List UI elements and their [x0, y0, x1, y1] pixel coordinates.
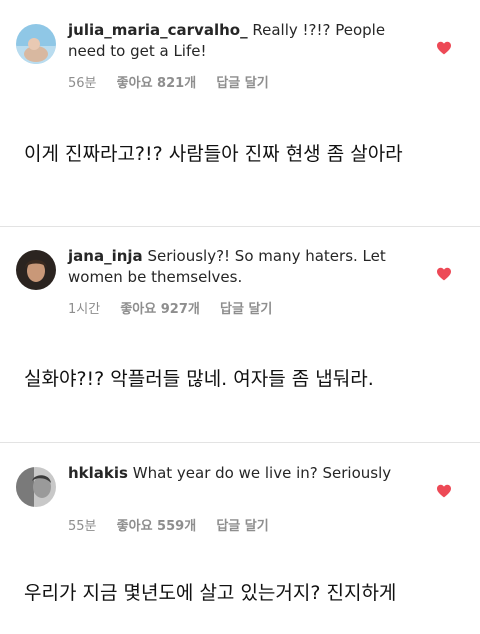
- avatar[interactable]: [16, 250, 56, 290]
- translation-text: 이게 진짜라고?!? 사람들아 진짜 현생 좀 살아라: [24, 143, 403, 165]
- comment-meta: 55분 좋아요 559개 답글 달기: [68, 515, 285, 534]
- reply-button[interactable]: 답글 달기: [216, 519, 268, 534]
- translation-text: 실화야?!? 악플러들 많네. 여자들 좀 냅둬라.: [24, 368, 374, 390]
- comment-text: What year do we live in? Seriously: [132, 464, 392, 482]
- comment-block-3: hklakis What year do we live in? Serious…: [0, 443, 480, 604]
- timestamp: 1시간: [68, 302, 101, 317]
- heart-icon[interactable]: [436, 266, 452, 282]
- timestamp: 56분: [68, 76, 97, 91]
- reply-button[interactable]: 답글 달기: [220, 302, 272, 317]
- likes-count[interactable]: 좋아요 821개: [117, 76, 197, 91]
- username[interactable]: jana_inja: [68, 247, 143, 265]
- comment-text-body: julia_maria_carvalho_ Really !?!? People…: [68, 20, 418, 62]
- timestamp: 55분: [68, 519, 97, 534]
- comment-text-body: jana_inja Seriously?! So many haters. Le…: [68, 246, 418, 288]
- likes-count[interactable]: 좋아요 559개: [117, 519, 197, 534]
- username[interactable]: hklakis: [68, 464, 128, 482]
- likes-count[interactable]: 좋아요 927개: [120, 302, 200, 317]
- comment: julia_maria_carvalho_ Really !?!? People…: [0, 0, 480, 100]
- reply-button[interactable]: 답글 달기: [216, 76, 268, 91]
- avatar[interactable]: [16, 467, 56, 507]
- translation-text: 우리가 지금 몇년도에 살고 있는거지? 진지하게: [24, 582, 397, 604]
- comment: hklakis What year do we live in? Serious…: [0, 443, 480, 543]
- comment-text-body: hklakis What year do we live in? Serious…: [68, 463, 418, 484]
- heart-icon[interactable]: [436, 40, 452, 56]
- comment: jana_inja Seriously?! So many haters. Le…: [0, 226, 480, 326]
- avatar[interactable]: [16, 24, 56, 64]
- username[interactable]: julia_maria_carvalho_: [68, 21, 248, 39]
- heart-icon[interactable]: [436, 483, 452, 499]
- comment-meta: 1시간 좋아요 927개 답글 달기: [68, 298, 288, 317]
- comment-block-1: julia_maria_carvalho_ Really !?!? People…: [0, 0, 480, 165]
- comment-block-2: jana_inja Seriously?! So many haters. Le…: [0, 226, 480, 390]
- comment-meta: 56분 좋아요 821개 답글 달기: [68, 72, 285, 91]
